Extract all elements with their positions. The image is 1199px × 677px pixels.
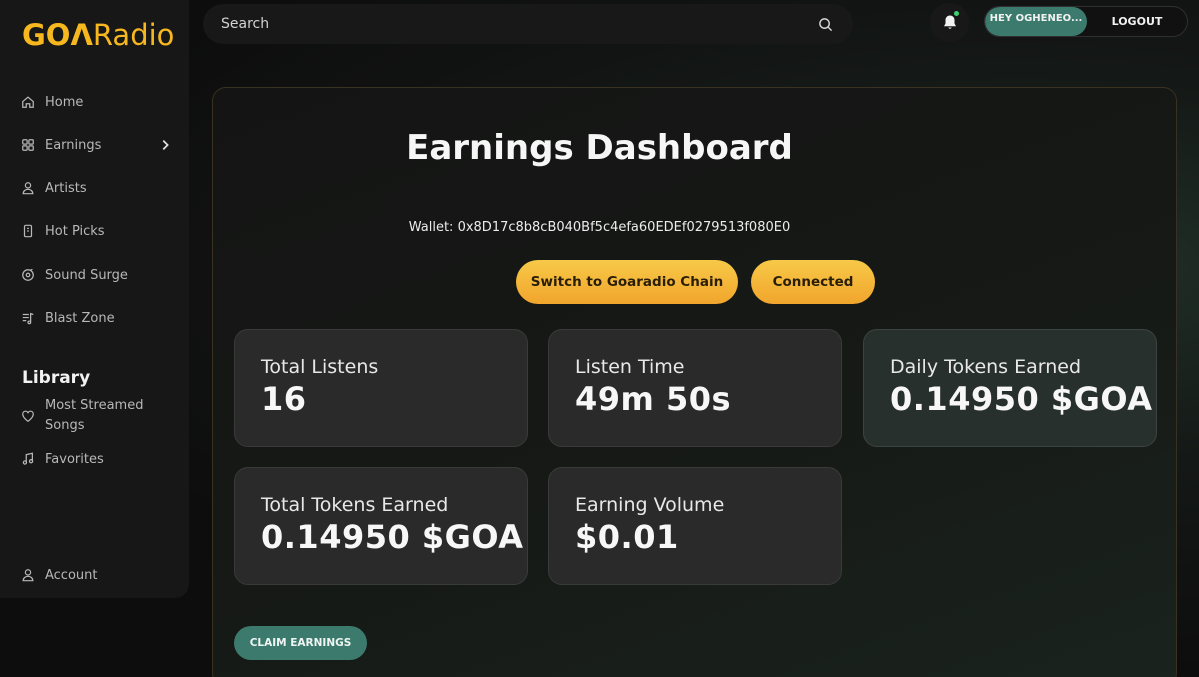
sidebar-item-account[interactable]: Account [21,564,176,586]
sidebar-item-home[interactable]: Home [21,91,176,113]
sidebar-item-most-streamed[interactable]: Most Streamed Songs [21,396,176,436]
stat-value: 49m 50s [575,380,732,418]
logo-rest: Radio [92,18,175,52]
music-note-icon [21,452,35,466]
stat-label: Total Tokens Earned [261,494,449,516]
search-bar [203,4,853,44]
heart-icon [21,409,35,423]
stat-card-total-listens: Total Listens 16 [234,329,528,447]
stat-card-daily-tokens: Daily Tokens Earned 0.14950 $GOA [863,329,1157,447]
sidebar-item-label: Sound Surge [45,267,128,283]
sidebar-item-sound-surge[interactable]: Sound Surge [21,264,176,286]
sidebar-item-artists[interactable]: Artists [21,177,176,199]
user-icon [21,181,35,195]
home-icon [21,95,35,109]
disc-icon [21,268,35,282]
sidebar-item-label: Most Streamed Songs [45,398,144,433]
stat-label: Listen Time [575,356,685,378]
stat-card-earning-volume: Earning Volume $0.01 [548,467,842,585]
search-icon[interactable] [818,17,833,32]
playlist-icon [21,311,35,325]
logo[interactable]: GOΛRadio [22,18,174,52]
page-title: Earnings Dashboard [406,128,793,168]
library-heading: Library [22,368,91,388]
logout-button[interactable]: LOGOUT [1087,7,1187,36]
stat-value: $0.01 [575,518,679,556]
connected-button[interactable]: Connected [751,260,875,304]
search-input[interactable] [219,15,818,33]
stat-value: 16 [261,380,307,418]
sidebar-item-label: Account [45,567,98,583]
stat-value: 0.14950 $GOA [261,518,524,556]
sidebar-item-blast-zone[interactable]: Blast Zone [21,307,176,329]
bell-icon [942,14,958,31]
sidebar-item-favorites[interactable]: Favorites [21,448,176,470]
sidebar-item-label: Blast Zone [45,310,115,326]
logo-bold: GOΛ [22,18,93,52]
wallet-address: Wallet: 0x8D17c8b8cB040Bf5c4efa60EDEf027… [408,220,791,235]
notification-dot [954,11,959,16]
claim-earnings-button[interactable]: CLAIM EARNINGS [234,626,367,660]
notifications-button[interactable] [930,3,969,42]
stat-label: Daily Tokens Earned [890,356,1082,378]
switch-chain-button[interactable]: Switch to Goaradio Chain [516,260,738,304]
sidebar-item-label: Home [45,94,84,110]
user-icon [21,568,35,582]
stat-label: Total Listens [261,356,379,378]
user-greeting-button[interactable]: HEY OGHENEO... [985,7,1087,36]
stat-label: Earning Volume [575,494,725,516]
sidebar-item-label: Favorites [45,451,104,467]
stat-card-total-tokens: Total Tokens Earned 0.14950 $GOA [234,467,528,585]
sidebar-item-label: Artists [45,180,87,196]
sidebar: GOΛRadio Home Earnings Artists Hot Picks… [0,0,189,598]
app-window: GOΛRadio Home Earnings Artists Hot Picks… [0,0,1199,677]
stat-card-listen-time: Listen Time 49m 50s [548,329,842,447]
stat-value: 0.14950 $GOA [890,380,1153,418]
user-menu: HEY OGHENEO... LOGOUT [984,6,1188,37]
